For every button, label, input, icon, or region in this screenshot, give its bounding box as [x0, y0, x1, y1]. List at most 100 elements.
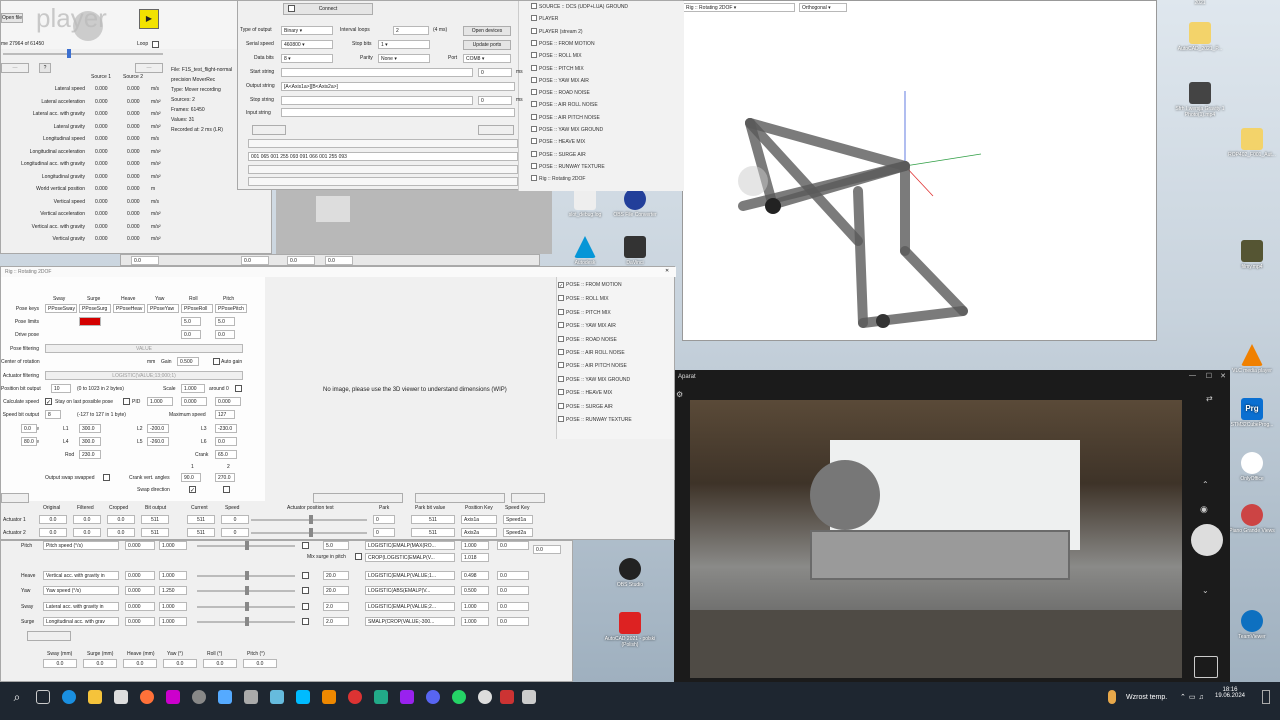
mixer-slider-thumb[interactable] [245, 571, 249, 580]
source-list-item[interactable]: POSE :: AIR PITCH NOISE [531, 113, 600, 121]
park-input[interactable]: 0 [373, 528, 395, 537]
crank-vert-input[interactable]: 90.0 [181, 473, 201, 482]
pose-list-item[interactable]: POSE :: YAW MIX GROUND [558, 375, 630, 383]
serial-output-window[interactable]: Connect Type of output Binary ▾ Interval… [237, 0, 684, 191]
crank-vert-input[interactable]: 270.0 [215, 473, 235, 482]
checkbox-icon[interactable] [558, 349, 564, 355]
port-select[interactable]: COM8 ▾ [463, 54, 511, 63]
source-list-item[interactable]: PLAYER [531, 15, 558, 22]
source-list-item[interactable]: POSE :: AIR ROLL NOISE [531, 101, 598, 108]
actuator-test-thumb[interactable] [309, 528, 313, 537]
player-tool-button[interactable]: — [135, 63, 163, 73]
mixer-slider-thumb[interactable] [245, 602, 249, 611]
rod-input[interactable]: 230.0 [79, 450, 101, 459]
desktop-icon[interactable]: AutoCAD 2021 - polski (Polish) [600, 612, 660, 648]
checkbox-icon[interactable] [531, 138, 537, 145]
mixer-enable-checkbox[interactable] [302, 542, 309, 549]
mixer-source-select[interactable]: Lateral acc. with gravity in [43, 602, 119, 611]
middle-input[interactable]: 0.0 [21, 424, 37, 433]
app-icon[interactable] [500, 690, 514, 704]
mixer-expression-input[interactable]: CROP(LOGISTIC(EMALP(V... [365, 553, 455, 562]
source-list-item[interactable]: POSE :: ROLL MIX [531, 52, 582, 59]
position-bit-input[interactable]: 10 [51, 384, 71, 393]
rig-action-button[interactable] [415, 493, 505, 503]
mixer-factor-input[interactable]: 0.500 [461, 586, 489, 595]
discord-icon[interactable] [426, 690, 440, 704]
player-tool-button[interactable]: — [1, 63, 29, 73]
checkbox-icon[interactable] [558, 389, 564, 396]
explorer-icon[interactable] [88, 690, 102, 704]
output-string-input[interactable]: [A<Axis1a>][B<Axis2a>] [281, 82, 515, 91]
desktop-icon[interactable]: Piano Grande Views [1222, 504, 1280, 534]
mixer-gain-input[interactable]: 1.250 [159, 586, 187, 595]
source-list-item[interactable]: POSE :: PITCH MIX [531, 64, 584, 72]
mixer-gain-input[interactable]: 1.000 [159, 541, 187, 550]
desktop-icon[interactable]: OnlyOffice [1222, 452, 1280, 482]
source-list-item[interactable]: Rig :: Rotating 2DOF [531, 175, 585, 182]
mixer-factor-input[interactable]: 1.000 [461, 617, 489, 626]
rig-action-button[interactable] [1, 493, 29, 503]
source-list-item[interactable]: SOURCE :: DCS (UDP+LUA) GROUND [531, 3, 628, 10]
input-string-input[interactable] [281, 108, 515, 117]
checkbox-icon[interactable] [531, 150, 537, 157]
firefox-icon[interactable] [140, 690, 154, 704]
update-ports-button[interactable]: Update ports [463, 40, 511, 50]
close-icon[interactable]: ✕ [665, 268, 669, 274]
open-devices-button[interactable]: Open devices [463, 26, 511, 36]
rig-action-button[interactable] [313, 493, 403, 503]
mixer-source-select[interactable]: Longitudinal acc. with grav [43, 617, 119, 626]
mixer-expression-input[interactable]: LOGISTIC(EMALP(VALUE;2... [365, 602, 455, 611]
checkbox-icon[interactable] [531, 101, 537, 108]
mixer-factor-input[interactable]: 1.000 [461, 541, 489, 550]
mixer-offset-input[interactable]: 0.000 [125, 617, 155, 626]
mix-surge-checkbox[interactable] [355, 553, 362, 560]
desktop-icon[interactable]: Prg STM32CubeProg... [1222, 398, 1280, 428]
pid-checkbox[interactable] [123, 398, 130, 405]
serial-action-button[interactable] [478, 125, 514, 135]
l6-input[interactable]: 0.0 [215, 437, 237, 446]
mixer-gain-input[interactable]: 1.000 [159, 617, 187, 626]
task-view-icon[interactable] [36, 690, 50, 704]
pitch-limit-input[interactable]: 5.0 [215, 317, 235, 326]
roll-limit-input[interactable]: 5.0 [181, 317, 201, 326]
app-icon[interactable] [374, 690, 388, 704]
serial-action-button[interactable] [252, 125, 286, 135]
clock[interactable]: 18:16 19.06.2024 [1210, 687, 1250, 699]
mixer-limit-input[interactable]: 5.0 [323, 541, 349, 550]
checkbox-icon[interactable] [531, 27, 537, 34]
camera-app-icon[interactable] [522, 690, 536, 704]
checkbox-icon[interactable] [531, 39, 537, 46]
desktop-icon[interactable]: OBS Studio [600, 558, 660, 588]
pose-list-item[interactable]: ✓ POSE :: FROM MOTION [558, 282, 622, 289]
mixer-factor-input[interactable]: 0.498 [461, 571, 489, 580]
auto-gain-checkbox[interactable] [213, 358, 220, 365]
source-list-item[interactable]: PLAYER (stream 2) [531, 27, 583, 35]
pose-list-item[interactable]: POSE :: YAW MIX AIR [558, 322, 616, 329]
pose-key-input[interactable]: PPoseYaw [147, 304, 179, 313]
app-icon[interactable] [166, 690, 180, 704]
mixer-limit-input[interactable]: 2.0 [323, 617, 349, 626]
mixer-slider-thumb[interactable] [245, 617, 249, 626]
desktop-icon[interactable]: Sfrh I wersja Gravity 1 Photo(1).mp4 [1170, 82, 1230, 118]
desktop-icon[interactable]: ROP402_F001_Aut... [1222, 128, 1280, 158]
app-icon[interactable] [296, 690, 310, 704]
around0-checkbox[interactable] [235, 385, 242, 392]
pose-key-input[interactable]: PPoseHeav [113, 304, 145, 313]
mixer-source-select[interactable]: Vertical acc. with gravity in [43, 571, 119, 580]
position-key-input[interactable]: Axis1a [461, 515, 497, 524]
checkbox-icon[interactable] [558, 402, 564, 409]
checkbox-icon[interactable]: ✓ [558, 282, 564, 289]
desktop-icon[interactable]: Autodesk [555, 236, 615, 266]
whatsapp-icon[interactable] [452, 690, 466, 704]
mixer-limit-input[interactable]: 20.0 [323, 571, 349, 580]
drive-pose-input[interactable]: 0.0 [181, 330, 201, 339]
mixer-gain-input[interactable]: 1.000 [159, 571, 187, 580]
weather-text[interactable]: Wzrost temp. [1126, 694, 1167, 701]
pid-input[interactable]: 0.000 [215, 397, 241, 406]
app-icon[interactable] [348, 690, 362, 704]
mixer-enable-checkbox[interactable] [302, 572, 309, 579]
mixer-enable-checkbox[interactable] [302, 618, 309, 625]
mixer-factor-input[interactable]: 1.000 [461, 602, 489, 611]
stop-bits-select[interactable]: 1 ▾ [378, 40, 430, 49]
l4-input[interactable]: 300.0 [79, 437, 101, 446]
